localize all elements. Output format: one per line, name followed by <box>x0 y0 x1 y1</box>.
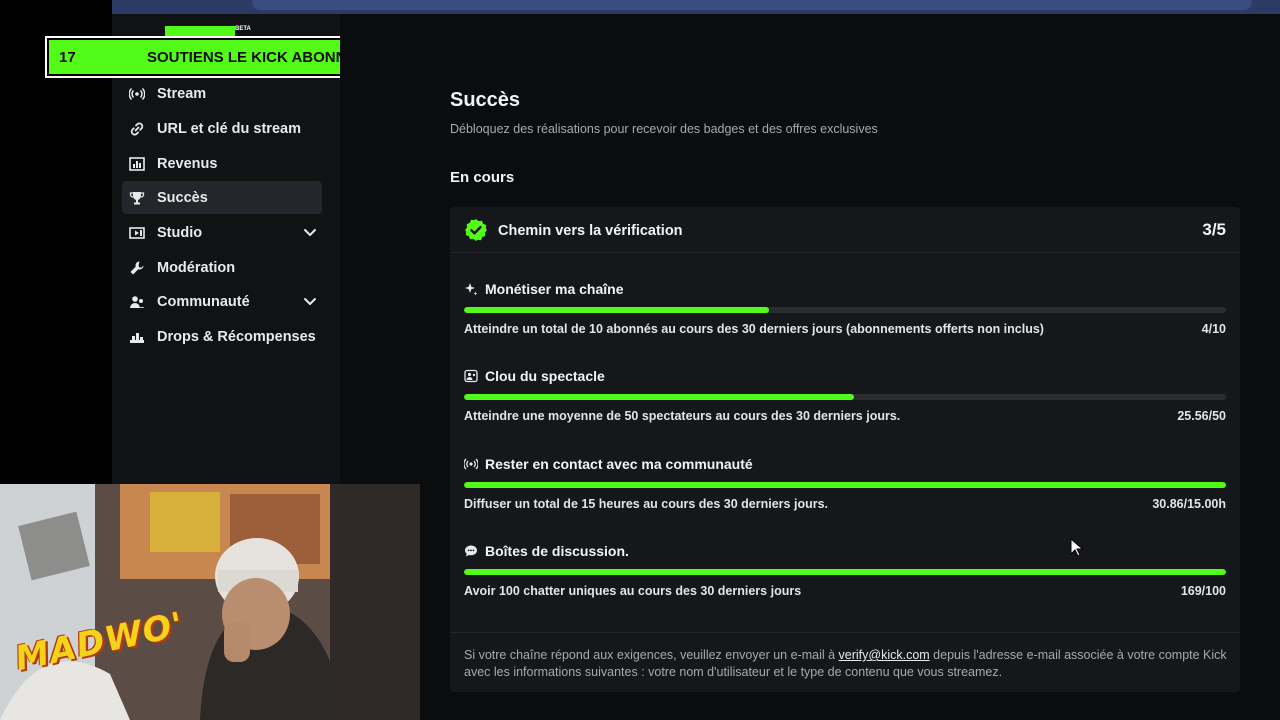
webcam-feed-image <box>0 484 420 720</box>
achievement-description: Diffuser un total de 15 heures au cours … <box>464 497 829 511</box>
card-footer: Si votre chaîne répond aux exigences, ve… <box>450 632 1240 693</box>
achievement-value: 169/100 <box>1180 584 1226 598</box>
studio-icon <box>129 225 145 241</box>
verification-instructions: Si votre chaîne répond aux exigences, ve… <box>464 647 1234 681</box>
mouse-cursor-icon <box>1070 537 1084 558</box>
webcam-overlay: MADWO' <box>0 484 420 720</box>
sidebar-item-stream-url-key[interactable]: URL et clé du stream <box>122 112 322 145</box>
sidebar-item-label: Modération <box>157 259 236 276</box>
sparkle-icon <box>464 282 478 296</box>
card-title: Chemin vers la vérification <box>498 223 683 239</box>
achievement-value: 25.56/50 <box>1177 409 1226 423</box>
achievement-item: Rester en contact avec ma communauté Dif… <box>464 456 1226 526</box>
sidebar-item-label: Drops & Récompenses <box>157 328 316 345</box>
sidebar-item-moderation[interactable]: Modération <box>122 251 322 284</box>
achievement-item: Boîtes de discussion. Avoir 100 chatter … <box>464 543 1226 613</box>
broadcast-icon <box>464 457 478 471</box>
achievement-item: Clou du spectacle Atteindre une moyenne … <box>464 368 1226 438</box>
page-title: Succès <box>450 89 521 111</box>
gift-icon <box>129 329 145 345</box>
achievement-card: Chemin vers la vérification 3/5 Monétise… <box>450 207 1240 692</box>
progress-fill <box>464 307 769 313</box>
broadcast-icon <box>129 86 145 102</box>
footer-text-before: Si votre chaîne répond aux exigences, ve… <box>464 648 839 662</box>
users-icon <box>129 294 145 310</box>
page-subtitle: Débloquez des réalisations pour recevoir… <box>450 122 878 136</box>
achievement-description: Atteindre une moyenne de 50 spectateurs … <box>464 409 901 423</box>
kick-logo[interactable] <box>165 26 235 36</box>
progress-fill <box>464 482 1226 488</box>
progress-fill <box>464 569 1226 575</box>
sidebar-item-succes[interactable]: Succès <box>122 181 322 214</box>
sidebar-item-stream[interactable]: Stream <box>122 77 322 110</box>
sidebar-item-label: URL et clé du stream <box>157 120 301 137</box>
sidebar-item-studio[interactable]: Studio <box>122 216 322 249</box>
achievement-description: Avoir 100 chatter uniques au cours des 3… <box>464 584 802 598</box>
main-content: Succès Débloquez des réalisations pour r… <box>340 14 1280 720</box>
achievement-description: Atteindre un total de 10 abonnés au cour… <box>464 322 1044 336</box>
progress-bar <box>464 307 1226 313</box>
beta-badge: BETA <box>235 26 251 32</box>
sidebar-item-drops-recompenses[interactable]: Drops & Récompenses <box>122 320 322 353</box>
progress-bar <box>464 569 1226 575</box>
link-icon <box>129 121 145 137</box>
sidebar-item-label: Succès <box>157 189 208 206</box>
verified-badge-icon <box>464 218 488 242</box>
sidebar-item-label: Revenus <box>157 155 218 172</box>
card-progress-count: 3/5 <box>1202 220 1226 239</box>
progress-fill <box>464 394 854 400</box>
users-icon <box>464 369 478 383</box>
sidebar-item-label: Stream <box>157 85 207 102</box>
sidebar-item-label: Studio <box>157 224 203 241</box>
card-header[interactable]: Chemin vers la vérification 3/5 <box>450 207 1240 253</box>
verify-email-link[interactable]: verify@kick.com <box>839 648 930 662</box>
achievement-item: Monétiser ma chaîne Atteindre un total d… <box>464 281 1226 351</box>
chat-icon <box>464 544 478 558</box>
trophy-icon <box>129 190 145 206</box>
progress-bar <box>464 394 1226 400</box>
achievement-title: Monétiser ma chaîne <box>485 281 624 297</box>
section-title: En cours <box>450 169 515 186</box>
bar-chart-icon <box>129 156 145 172</box>
sidebar-item-communaute[interactable]: Communauté <box>122 285 322 318</box>
browser-top-bar <box>112 0 1280 14</box>
address-bar[interactable] <box>252 0 1252 10</box>
banner-count: 17 <box>59 48 76 66</box>
achievement-title: Rester en contact avec ma communauté <box>485 456 753 472</box>
achievement-value: 4/10 <box>1201 322 1226 336</box>
achievement-title: Clou du spectacle <box>485 368 605 384</box>
chevron-down-icon[interactable] <box>302 224 318 240</box>
wrench-icon <box>129 260 145 276</box>
chevron-down-icon[interactable] <box>302 293 318 309</box>
sidebar-item-label: Communauté <box>157 293 250 310</box>
progress-bar <box>464 482 1226 488</box>
achievement-title: Boîtes de discussion. <box>485 543 629 559</box>
achievement-value: 30.86/15.00h <box>1152 497 1226 511</box>
sidebar-item-revenus[interactable]: Revenus <box>122 147 322 180</box>
